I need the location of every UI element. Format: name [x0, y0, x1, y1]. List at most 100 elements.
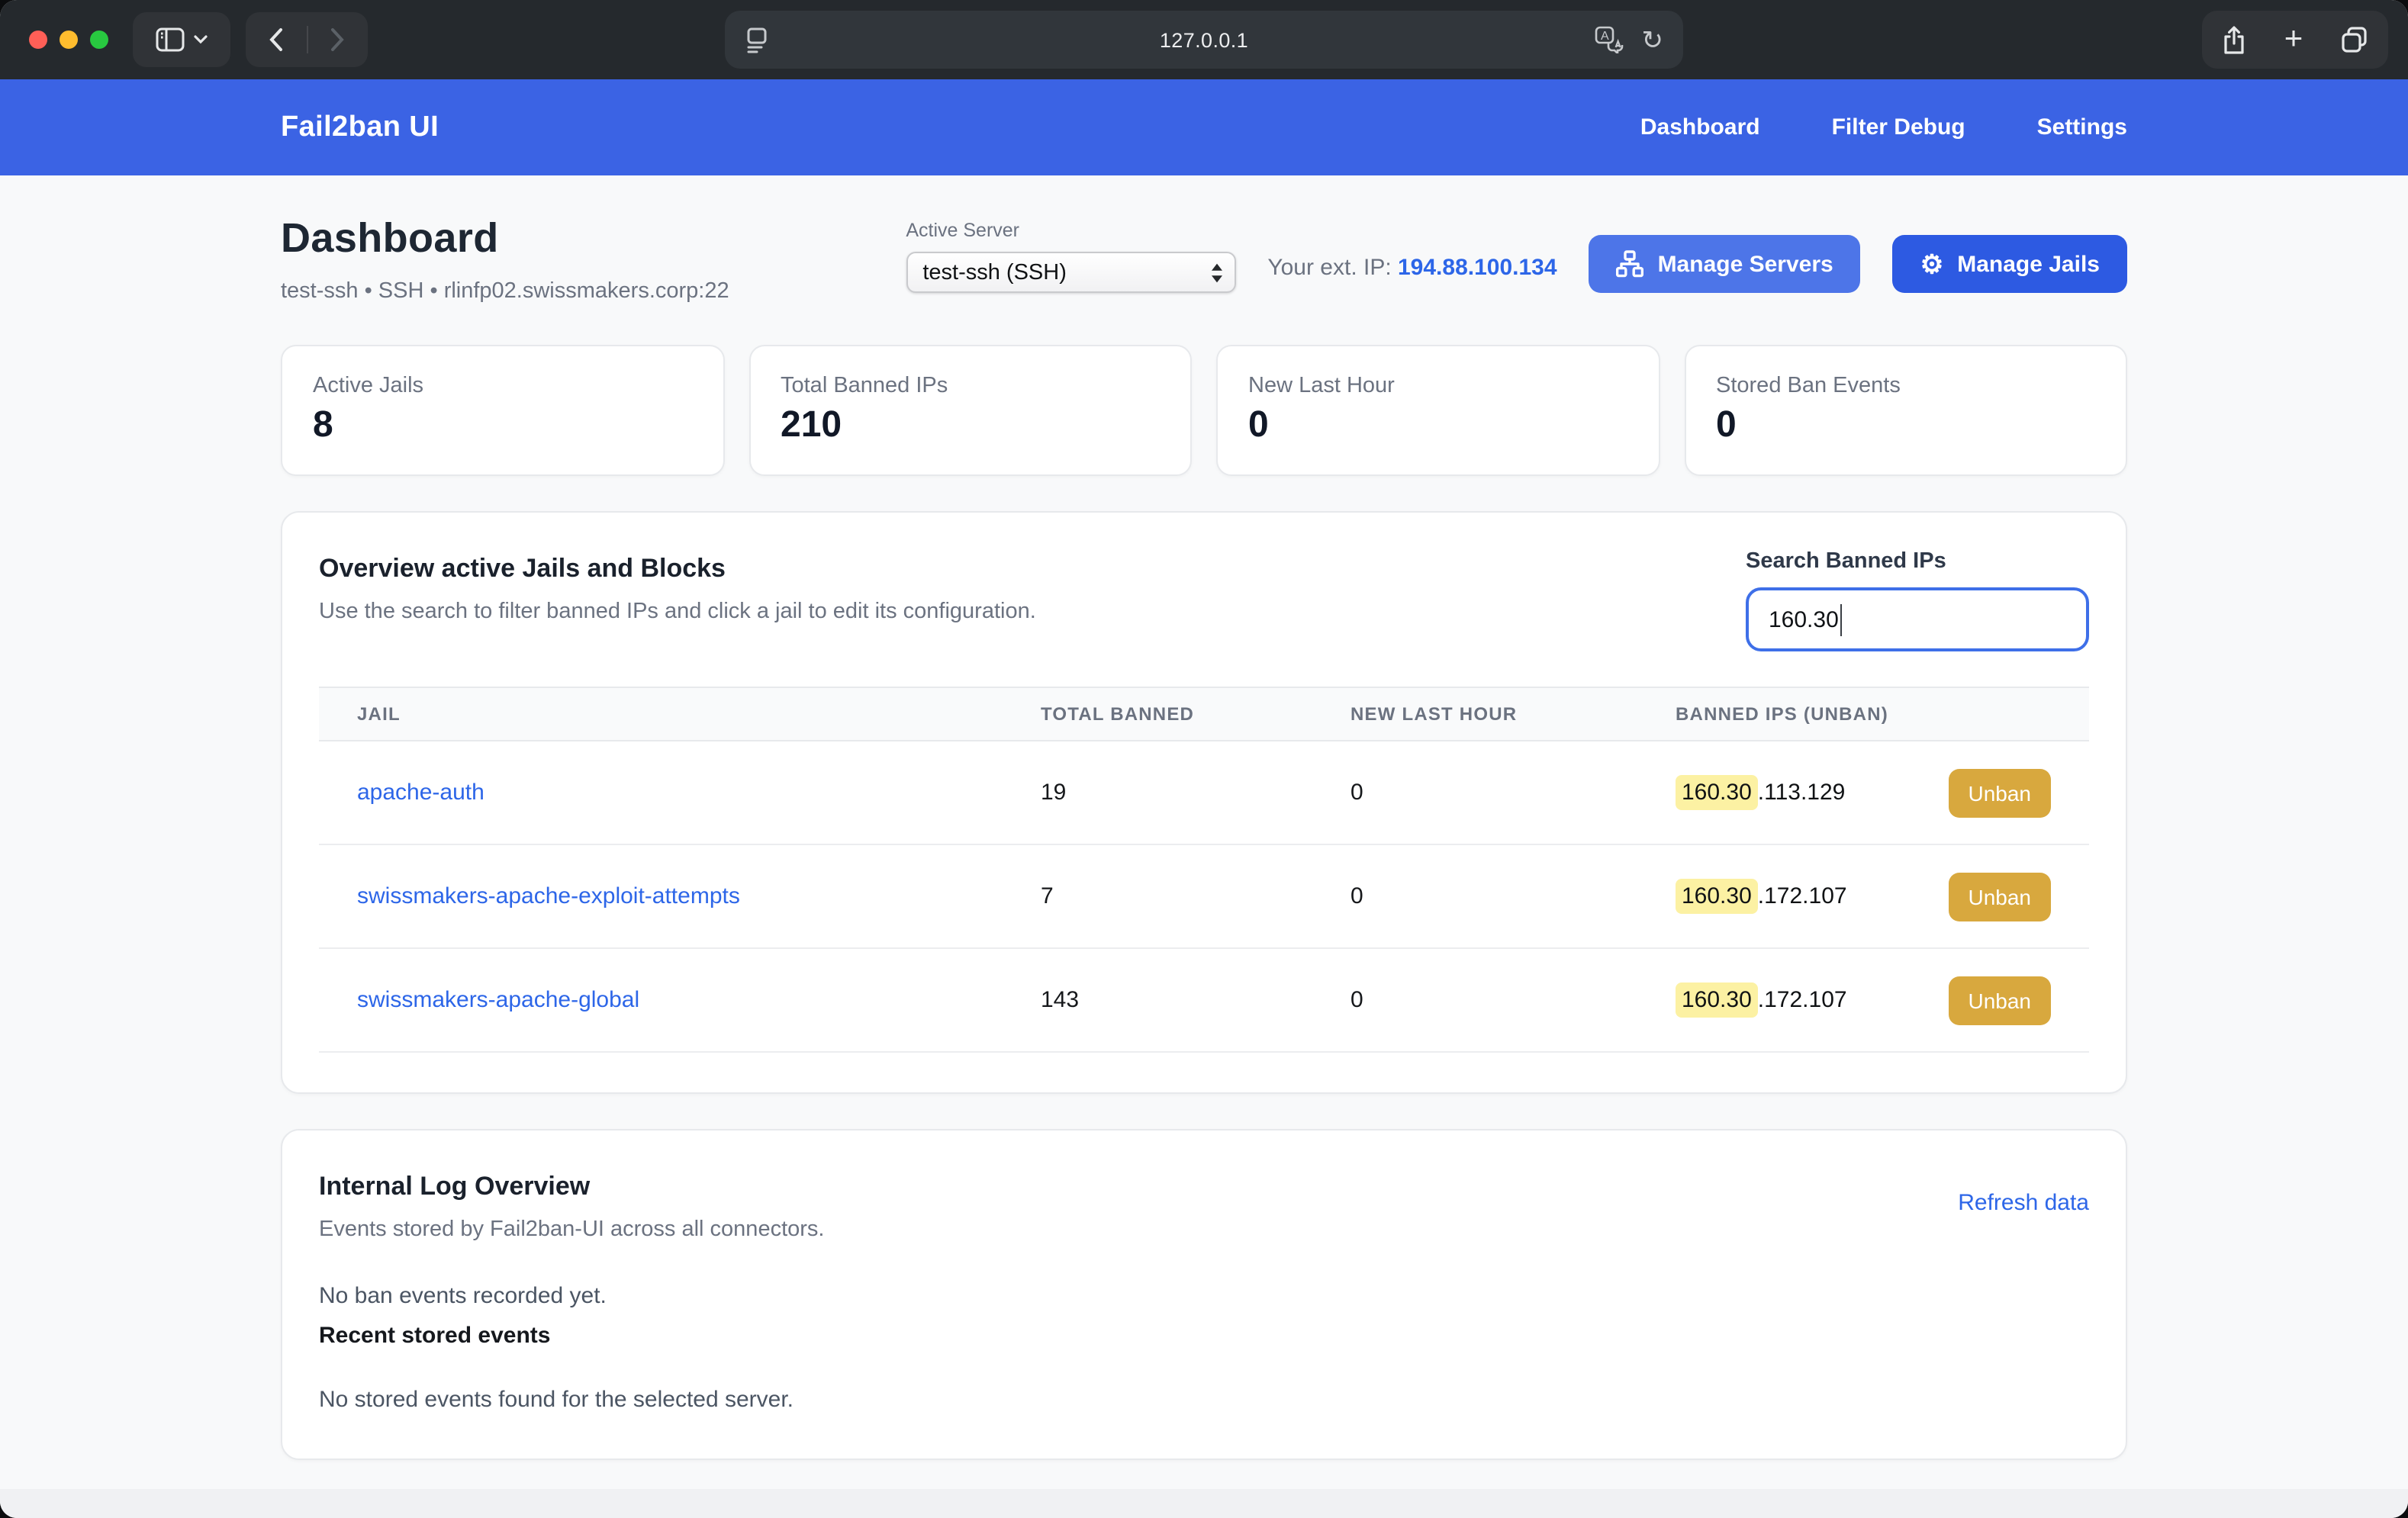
total-banned-value: 7 — [1003, 883, 1312, 909]
stat-label: Active Jails — [313, 374, 692, 398]
external-ip-value[interactable]: 194.88.100.134 — [1398, 254, 1557, 280]
url-text: 127.0.0.1 — [725, 28, 1683, 51]
history-nav-buttons — [246, 12, 368, 67]
sitemap-icon — [1617, 250, 1644, 278]
banned-ip-highlight: 160.30 — [1676, 775, 1758, 810]
address-bar[interactable]: 127.0.0.1 A ↻ — [725, 11, 1683, 69]
sidebar-toggle-button[interactable] — [133, 12, 230, 67]
internal-log-card: Refresh data Internal Log Overview Event… — [281, 1129, 2127, 1460]
search-banned-ips-label: Search Banned IPs — [1746, 549, 2089, 574]
app-navbar: Fail2ban UI Dashboard Filter Debug Setti… — [0, 79, 2408, 175]
nav-link-settings[interactable]: Settings — [2037, 114, 2127, 140]
stat-label: New Last Hour — [1248, 374, 1627, 398]
svg-text:A: A — [1601, 30, 1609, 43]
manage-jails-button[interactable]: ⚙ Manage Jails — [1893, 235, 2127, 293]
close-window-button[interactable] — [29, 31, 47, 49]
traffic-lights — [29, 31, 108, 49]
select-stepper-icon — [1209, 262, 1223, 283]
share-icon[interactable] — [2221, 25, 2245, 54]
stat-label: Stored Ban Events — [1716, 374, 2095, 398]
active-server-label: Active Server — [906, 220, 1235, 241]
translate-icon[interactable]: A — [1595, 26, 1624, 53]
nav-link-filter-debug[interactable]: Filter Debug — [1832, 114, 1965, 140]
app-brand[interactable]: Fail2ban UI — [281, 111, 439, 144]
toolbar-right-group: + — [2202, 11, 2388, 69]
dashboard-header: Dashboard test-ssh • SSH • rlinfp02.swis… — [281, 215, 2127, 304]
stat-card-new-last-hour: New Last Hour 0 — [1216, 345, 1660, 476]
manage-servers-button[interactable]: Manage Servers — [1589, 235, 1861, 293]
new-tab-icon[interactable]: + — [2284, 22, 2303, 54]
nav-links: Dashboard Filter Debug Settings — [1640, 114, 2127, 140]
back-chevron-icon — [269, 27, 284, 52]
unban-button[interactable]: Unban — [1948, 768, 2051, 817]
no-ban-events-text: No ban events recorded yet. — [319, 1283, 2089, 1309]
browser-titlebar: 127.0.0.1 A ↻ — [0, 0, 2408, 79]
log-subtitle: Events stored by Fail2ban-UI across all … — [319, 1217, 2089, 1242]
nav-link-dashboard[interactable]: Dashboard — [1640, 114, 1760, 140]
page-settings-icon[interactable] — [745, 27, 769, 53]
screen: 127.0.0.1 A ↻ — [0, 0, 2408, 1518]
jail-link[interactable]: apache-auth — [357, 780, 484, 806]
jail-link[interactable]: swissmakers-apache-exploit-attempts — [357, 883, 740, 909]
banned-ip-rest: .113.129 — [1758, 780, 1846, 806]
stat-card-total-banned: Total Banned IPs 210 — [748, 345, 1192, 476]
browser-window: 127.0.0.1 A ↻ — [0, 0, 2408, 1518]
no-stored-events-text: No stored events found for the selected … — [319, 1387, 2089, 1413]
column-header-jail: JAIL — [319, 703, 1003, 725]
total-banned-value: 19 — [1003, 780, 1312, 806]
banned-ip-highlight: 160.30 — [1676, 983, 1758, 1018]
page-footer-strip — [0, 1489, 2408, 1518]
address-bar-actions: A ↻ — [1595, 26, 1664, 53]
jails-overview-card: Overview active Jails and Blocks Use the… — [281, 511, 2127, 1094]
jail-link[interactable]: swissmakers-apache-global — [357, 987, 639, 1013]
new-last-hour-value: 0 — [1312, 883, 1637, 909]
external-ip-text: Your ext. IP: 194.88.100.134 — [1267, 233, 1557, 280]
stats-row: Active Jails 8 Total Banned IPs 210 New … — [281, 345, 2127, 476]
search-input-value: 160.30 — [1769, 606, 1839, 632]
forward-chevron-icon — [330, 27, 345, 52]
jails-table: JAIL TOTAL BANNED NEW LAST HOUR BANNED I… — [319, 687, 2089, 1053]
external-ip-label: Your ext. IP: — [1267, 254, 1398, 280]
overview-subtitle: Use the search to filter banned IPs and … — [319, 600, 1036, 624]
manage-servers-label: Manage Servers — [1658, 251, 1833, 277]
tab-overview-icon[interactable] — [2342, 26, 2369, 53]
sidebar-icon — [156, 27, 185, 52]
reload-icon[interactable]: ↻ — [1642, 27, 1664, 53]
minimize-window-button[interactable] — [60, 31, 78, 49]
column-header-banned-ips: BANNED IPS (UNBAN) — [1637, 703, 2089, 725]
stat-value: 8 — [313, 404, 692, 447]
forward-button[interactable] — [307, 12, 368, 67]
stat-value: 0 — [1716, 404, 2095, 447]
manage-jails-label: Manage Jails — [1957, 251, 2100, 277]
search-banned-ips-input[interactable]: 160.30 — [1746, 587, 2089, 651]
unban-button[interactable]: Unban — [1948, 976, 2051, 1024]
jails-table-header: JAIL TOTAL BANNED NEW LAST HOUR BANNED I… — [319, 687, 2089, 741]
column-header-total-banned: TOTAL BANNED — [1003, 703, 1312, 725]
table-row: apache-auth 19 0 160.30 .113.129 Unban — [319, 741, 2089, 845]
zoom-window-button[interactable] — [90, 31, 108, 49]
table-row: swissmakers-apache-global 143 0 160.30 .… — [319, 949, 2089, 1053]
banned-ip-rest: .172.107 — [1758, 883, 1847, 909]
total-banned-value: 143 — [1003, 987, 1312, 1013]
stat-value: 210 — [781, 404, 1160, 447]
new-last-hour-value: 0 — [1312, 780, 1637, 806]
page-subtitle: test-ssh • SSH • rlinfp02.swissmakers.co… — [281, 279, 729, 304]
banned-ip-rest: .172.107 — [1758, 987, 1847, 1013]
banned-ip-highlight: 160.30 — [1676, 879, 1758, 914]
log-title: Internal Log Overview — [319, 1172, 2089, 1202]
recent-stored-events-title: Recent stored events — [319, 1323, 2089, 1349]
stat-value: 0 — [1248, 404, 1627, 447]
stat-card-stored-ban-events: Stored Ban Events 0 — [1684, 345, 2127, 476]
refresh-data-link[interactable]: Refresh data — [1958, 1190, 2089, 1216]
stat-card-active-jails: Active Jails 8 — [281, 345, 724, 476]
column-header-new-last-hour: NEW LAST HOUR — [1312, 703, 1637, 725]
overview-title: Overview active Jails and Blocks — [319, 554, 1036, 584]
page-content: Dashboard test-ssh • SSH • rlinfp02.swis… — [0, 175, 2408, 1518]
back-button[interactable] — [246, 12, 307, 67]
gear-icon: ⚙ — [1920, 251, 1944, 277]
page-title: Dashboard — [281, 215, 729, 262]
text-caret — [1840, 603, 1843, 635]
new-last-hour-value: 0 — [1312, 987, 1637, 1013]
active-server-select[interactable]: test-ssh (SSH) — [906, 252, 1235, 293]
unban-button[interactable]: Unban — [1948, 872, 2051, 921]
